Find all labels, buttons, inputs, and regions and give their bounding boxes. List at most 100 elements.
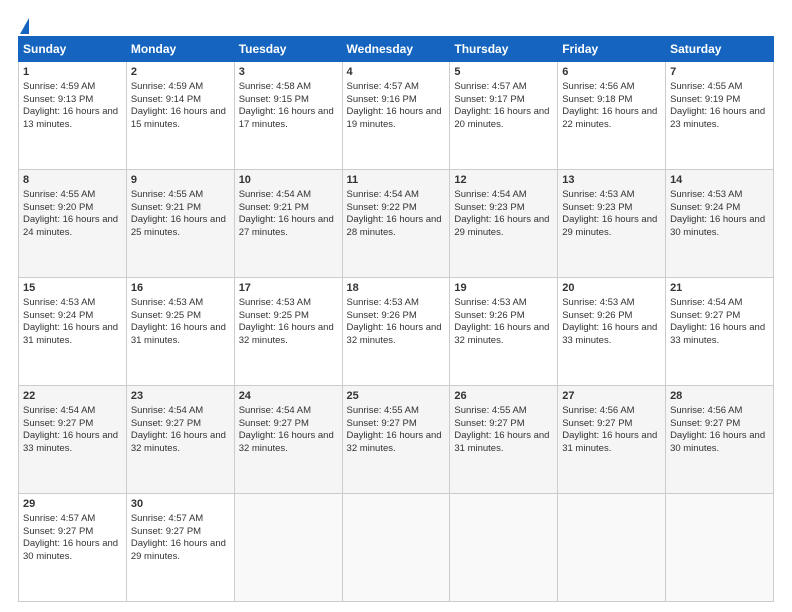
day-number: 30 (131, 497, 230, 512)
sunrise-label: Sunrise: 4:53 AM (670, 189, 742, 200)
daylight-label: Daylight: 16 hours and 28 minutes. (347, 214, 442, 238)
sunset-label: Sunset: 9:26 PM (562, 310, 632, 321)
table-row: 21Sunrise: 4:54 AM Sunset: 9:27 PMDayligh… (666, 278, 774, 386)
table-row: 26Sunrise: 4:55 AMSunset: 9:27 PMDayligh… (450, 386, 558, 494)
daylight-label: Daylight: 16 hours and 31 minutes. (454, 430, 549, 454)
table-row: 14Sunrise: 4:53 AMSunset: 9:24 PMDayligh… (666, 170, 774, 278)
day-number: 14 (670, 173, 769, 188)
sunrise-label: Sunrise: 4:54 AM (239, 189, 311, 200)
table-row: 9Sunrise: 4:55 AMSunset: 9:21 PMDaylight… (126, 170, 234, 278)
day-number: 23 (131, 389, 230, 404)
col-thursday: Thursday (450, 37, 558, 62)
sunset-label: Sunset: 9:27 PM (670, 310, 740, 321)
table-row (666, 494, 774, 602)
day-number: 4 (347, 65, 446, 80)
sunset-label: Sunset: 9:24 PM (23, 310, 93, 321)
day-number: 29 (23, 497, 122, 512)
daylight-label: Daylight: 16 hours and 31 minutes. (23, 322, 118, 346)
table-row: 6Sunrise: 4:56 AMSunset: 9:18 PMDaylight… (558, 62, 666, 170)
table-row: 30Sunrise: 4:57 AM Sunset: 9:27 PMDayligh… (126, 494, 234, 602)
sunrise-label: Sunrise: 4:53 AM (347, 297, 419, 308)
daylight-label: Daylight: 16 hours and 24 minutes. (23, 214, 118, 238)
day-number: 26 (454, 389, 553, 404)
sunrise-label: Sunrise: 4:55 AM (347, 405, 419, 416)
header (18, 18, 774, 30)
logo-triangle-icon (20, 18, 29, 34)
day-number: 8 (23, 173, 122, 188)
sunset-label: Sunset: 9:13 PM (23, 94, 93, 105)
sunrise-label: Sunrise: 4:54 AM (454, 189, 526, 200)
day-number: 25 (347, 389, 446, 404)
day-number: 10 (239, 173, 338, 188)
day-number: 7 (670, 65, 769, 80)
daylight-label: Daylight: 16 hours and 15 minutes. (131, 106, 226, 130)
daylight-label: Daylight: 16 hours and 32 minutes. (131, 430, 226, 454)
sunrise-label: Sunrise: 4:54 AM (670, 297, 742, 308)
daylight-label: Daylight: 16 hours and 31 minutes. (562, 430, 657, 454)
day-number: 5 (454, 65, 553, 80)
sunrise-label: Sunrise: 4:57 AM (23, 513, 95, 524)
sunrise-label: Sunrise: 4:53 AM (562, 189, 634, 200)
day-number: 16 (131, 281, 230, 296)
page: Sunday Monday Tuesday Wednesday Thursday… (0, 0, 792, 612)
calendar-row: 1Sunrise: 4:59 AMSunset: 9:13 PMDaylight… (19, 62, 774, 170)
day-number: 22 (23, 389, 122, 404)
calendar-header-row: Sunday Monday Tuesday Wednesday Thursday… (19, 37, 774, 62)
daylight-label: Daylight: 16 hours and 31 minutes. (131, 322, 226, 346)
col-friday: Friday (558, 37, 666, 62)
day-number: 24 (239, 389, 338, 404)
table-row: 4Sunrise: 4:57 AMSunset: 9:16 PMDaylight… (342, 62, 450, 170)
sunrise-label: Sunrise: 4:54 AM (239, 405, 311, 416)
day-number: 20 (562, 281, 661, 296)
sunset-label: Sunset: 9:15 PM (239, 94, 309, 105)
table-row: 15Sunrise: 4:53 AMSunset: 9:24 PMDayligh… (19, 278, 127, 386)
table-row: 23Sunrise: 4:54 AMSunset: 9:27 PMDayligh… (126, 386, 234, 494)
table-row: 24Sunrise: 4:54 AMSunset: 9:27 PMDayligh… (234, 386, 342, 494)
sunset-label: Sunset: 9:25 PM (131, 310, 201, 321)
daylight-label: Daylight: 16 hours and 32 minutes. (347, 322, 442, 346)
day-number: 3 (239, 65, 338, 80)
table-row: 7Sunrise: 4:55 AMSunset: 9:19 PMDaylight… (666, 62, 774, 170)
table-row: 28Sunrise: 4:56 AMSunset: 9:27 PMDayligh… (666, 386, 774, 494)
daylight-label: Daylight: 16 hours and 29 minutes. (131, 538, 226, 562)
sunset-label: Sunset: 9:27 PM (670, 418, 740, 429)
sunset-label: Sunset: 9:23 PM (454, 202, 524, 213)
daylight-label: Daylight: 16 hours and 33 minutes. (670, 322, 765, 346)
table-row: 20Sunrise: 4:53 AMSunset: 9:26 PMDayligh… (558, 278, 666, 386)
daylight-label: Daylight: 16 hours and 29 minutes. (454, 214, 549, 238)
sunset-label: Sunset: 9:27 PM (347, 418, 417, 429)
sunrise-label: Sunrise: 4:58 AM (239, 81, 311, 92)
sunset-label: Sunset: 9:21 PM (131, 202, 201, 213)
day-number: 19 (454, 281, 553, 296)
sunrise-label: Sunrise: 4:59 AM (131, 81, 203, 92)
sunrise-label: Sunrise: 4:53 AM (239, 297, 311, 308)
logo (18, 18, 29, 30)
sunrise-label: Sunrise: 4:55 AM (131, 189, 203, 200)
sunset-label: Sunset: 9:27 PM (23, 418, 93, 429)
table-row: 11Sunrise: 4:54 AMSunset: 9:22 PMDayligh… (342, 170, 450, 278)
sunset-label: Sunset: 9:24 PM (670, 202, 740, 213)
daylight-label: Daylight: 16 hours and 27 minutes. (239, 214, 334, 238)
daylight-label: Daylight: 16 hours and 32 minutes. (454, 322, 549, 346)
sunset-label: Sunset: 9:27 PM (23, 526, 93, 537)
table-row: 12Sunrise: 4:54 AMSunset: 9:23 PMDayligh… (450, 170, 558, 278)
table-row: 18Sunrise: 4:53 AMSunset: 9:26 PMDayligh… (342, 278, 450, 386)
daylight-label: Daylight: 16 hours and 33 minutes. (23, 430, 118, 454)
daylight-label: Daylight: 16 hours and 32 minutes. (239, 430, 334, 454)
sunrise-label: Sunrise: 4:57 AM (131, 513, 203, 524)
sunset-label: Sunset: 9:19 PM (670, 94, 740, 105)
table-row (558, 494, 666, 602)
sunset-label: Sunset: 9:27 PM (454, 418, 524, 429)
table-row: 10Sunrise: 4:54 AMSunset: 9:21 PMDayligh… (234, 170, 342, 278)
day-number: 21 (670, 281, 769, 296)
sunset-label: Sunset: 9:27 PM (562, 418, 632, 429)
sunset-label: Sunset: 9:27 PM (131, 526, 201, 537)
sunset-label: Sunset: 9:16 PM (347, 94, 417, 105)
sunset-label: Sunset: 9:26 PM (347, 310, 417, 321)
calendar-row: 8Sunrise: 4:55 AMSunset: 9:20 PMDaylight… (19, 170, 774, 278)
sunset-label: Sunset: 9:18 PM (562, 94, 632, 105)
sunrise-label: Sunrise: 4:56 AM (670, 405, 742, 416)
day-number: 28 (670, 389, 769, 404)
daylight-label: Daylight: 16 hours and 19 minutes. (347, 106, 442, 130)
day-number: 15 (23, 281, 122, 296)
